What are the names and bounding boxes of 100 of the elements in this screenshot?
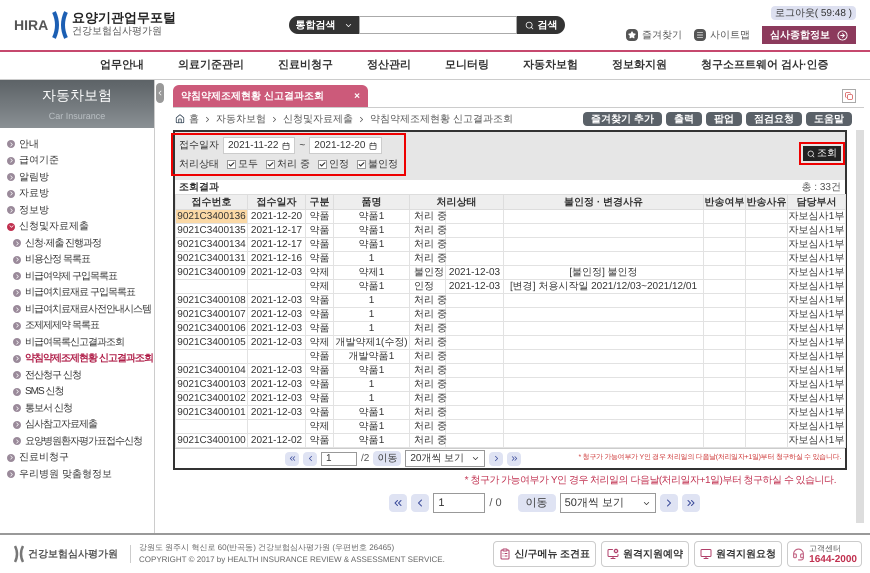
breadcrumb-item[interactable]: 홈 xyxy=(189,112,199,126)
nav-menu-item[interactable]: 업무안내 xyxy=(100,57,144,74)
column-header: 구분 xyxy=(306,194,334,210)
table-cell: 자보심사1부 xyxy=(788,308,846,322)
sidebar-subitem[interactable]: 신청·제출 진행과정 xyxy=(0,235,154,252)
go-button[interactable]: 이동 xyxy=(518,494,556,512)
date-field[interactable]: 2021-12-20 xyxy=(309,137,382,154)
search-scope-select[interactable]: 통합검색 xyxy=(289,16,359,34)
range-separator: ~ xyxy=(299,139,306,153)
nav-menu-item[interactable]: 청구소프트웨어 검사·인증 xyxy=(701,57,829,74)
logout-button[interactable]: 로그아웃( 59:48 ) xyxy=(770,6,856,20)
search-button[interactable]: 조회 xyxy=(803,146,841,161)
table-cell: 약제 xyxy=(306,420,334,434)
status-checkbox[interactable]: 인정 xyxy=(318,157,349,172)
sidebar-subitem[interactable]: 비급여목록신고결과조회 xyxy=(0,334,154,350)
table-cell: 약품1 xyxy=(334,238,410,252)
sidebar-subitem[interactable]: 비급여치료재료사전안내시스템 xyxy=(0,301,154,318)
table-cell: 처리 중 xyxy=(410,350,446,364)
search-button[interactable]: 검색 xyxy=(517,16,565,34)
table-cell: 2021-12-17 xyxy=(248,238,306,252)
footer-button[interactable]: 원격지원예약 xyxy=(601,541,690,567)
table-cell: 약품1 xyxy=(334,434,410,448)
table-cell: 처리 중 xyxy=(410,336,446,350)
sidebar-subitem[interactable]: 전산청구 신청 xyxy=(0,367,154,384)
sidebar-subitem[interactable]: 비용산정 목록표 xyxy=(0,252,154,268)
table-cell: 약품 xyxy=(306,224,334,238)
table-cell: 9021C3400102 xyxy=(176,392,248,406)
sidebar-subitem[interactable]: 약침약제조제현황 신고결과조회 xyxy=(0,350,154,367)
sidebar-item[interactable]: 안내 xyxy=(0,136,154,152)
page-input[interactable]: 1 xyxy=(433,493,486,513)
action-button[interactable]: 점검요청 xyxy=(746,112,802,126)
table-cell: 약품 xyxy=(306,392,334,406)
nav-menu-item[interactable]: 의료기준관리 xyxy=(178,57,244,74)
date-field[interactable]: 2021-11-22 xyxy=(223,137,296,154)
breadcrumb-item[interactable]: 자동차보험 xyxy=(216,112,266,126)
sidebar-subitem[interactable]: 조제제제약 목록표 xyxy=(0,318,154,334)
table-cell: 약품1 xyxy=(334,224,410,238)
org-name: 건강보험심사평가원 xyxy=(72,25,164,39)
table-cell: 자보심사1부 xyxy=(788,266,846,280)
table-cell: 약제1 xyxy=(334,266,410,280)
nav-menu-item[interactable]: 모니터링 xyxy=(445,57,489,74)
status-checkbox[interactable]: 처리 중 xyxy=(266,157,310,172)
page-size-select[interactable]: 20개씩 보기 xyxy=(405,450,486,467)
table-cell: 9021C3400135 xyxy=(176,224,248,238)
table-cell: 처리 중 xyxy=(410,224,446,238)
breadcrumb-item[interactable]: 약침약제조제현황 신고결과조회 xyxy=(370,112,513,126)
table-cell: 2021-12-20 xyxy=(248,210,306,224)
table-cell: 약품 xyxy=(306,294,334,308)
sidebar-subitem[interactable]: 비급여약제 구입목록표 xyxy=(0,268,154,284)
review-info-button[interactable]: 심사종합정보 xyxy=(762,26,856,44)
sidebar-item[interactable]: 급여기준 xyxy=(0,152,154,169)
column-header: 불인정 · 변경사유 xyxy=(504,194,704,210)
table-cell: 처리 중 xyxy=(410,406,446,420)
sidebar-item[interactable]: 자료방 xyxy=(0,186,154,202)
tab-close[interactable]: × xyxy=(354,88,360,104)
nav-menu-item[interactable]: 정산관리 xyxy=(367,57,411,74)
sidebar-subitem[interactable]: 심사참고자료제출 xyxy=(0,416,154,433)
footer-button[interactable]: 신/구메뉴 조견표 xyxy=(492,541,596,567)
sidebar-item[interactable]: 진료비청구 xyxy=(0,450,154,466)
sidebar-subitem[interactable]: SMS 신청 xyxy=(0,384,154,400)
nav-menu-item[interactable]: 진료비청구 xyxy=(278,57,333,74)
nav-menu-item[interactable]: 자동차보험 xyxy=(523,57,578,74)
nav-menu-item[interactable]: 정보화지원 xyxy=(612,57,667,74)
action-button[interactable]: 출력 xyxy=(666,112,702,126)
sidebar-subitem[interactable]: 비급여치료재료 구입목록표 xyxy=(0,284,154,301)
table-cell: 1 xyxy=(334,308,410,322)
sidebar-item[interactable]: 우리병원 맞춤형정보 xyxy=(0,466,154,482)
page-input[interactable]: 1 xyxy=(321,452,357,466)
favorites-link[interactable]: 즐겨찾기 xyxy=(626,28,682,42)
sidebar-item[interactable]: 신청및자료제출 xyxy=(0,218,154,235)
action-button[interactable]: 팝업 xyxy=(706,112,742,126)
table-cell: 자보심사1부 xyxy=(788,224,846,238)
table-cell: 처리 중 xyxy=(410,434,446,448)
table-cell: 자보심사1부 xyxy=(788,434,846,448)
sidebar-item[interactable]: 알림방 xyxy=(0,169,154,186)
table-cell: 자보심사1부 xyxy=(788,420,846,434)
sidebar-item[interactable]: 정보방 xyxy=(0,202,154,218)
action-button[interactable]: 즐겨찾기 추가 xyxy=(583,112,662,126)
table-cell: 1 xyxy=(334,392,410,406)
status-checkbox[interactable]: 모두 xyxy=(227,157,258,172)
go-button[interactable]: 이동 xyxy=(373,451,402,466)
table-cell: 자보심사1부 xyxy=(788,294,846,308)
field-label: 접수일자 xyxy=(179,139,219,153)
table-cell: 2021-12-16 xyxy=(248,252,306,266)
table-cell: 약품 xyxy=(306,364,334,378)
table-cell: 9021C3400105 xyxy=(176,336,248,350)
action-button[interactable]: 도움말 xyxy=(806,112,852,126)
page-tab[interactable]: 약침약제조제현황 신고결과조회 × xyxy=(173,85,368,107)
page-size-select[interactable]: 50개씩 보기 xyxy=(560,493,656,513)
table-cell: [변경] 처용시작일 2021/12/03~2021/12/01 xyxy=(504,280,704,294)
table-cell: 처리 중 xyxy=(410,378,446,392)
sidebar-subitem[interactable]: 통보서 신청 xyxy=(0,400,154,416)
table-cell: 9021C3400103 xyxy=(176,378,248,392)
status-checkbox[interactable]: 불인정 xyxy=(356,157,398,172)
table-cell: 처리 중 xyxy=(410,420,446,434)
sitemap-link[interactable]: 사이트맵 xyxy=(694,28,750,42)
breadcrumb-item[interactable]: 신청및자료제출 xyxy=(283,112,353,126)
sidebar-subitem[interactable]: 요양병원환자평가표접수신청 xyxy=(0,433,154,450)
footer-button[interactable]: 원격지원요청 xyxy=(694,541,782,567)
table-cell: 약품 xyxy=(306,350,334,364)
